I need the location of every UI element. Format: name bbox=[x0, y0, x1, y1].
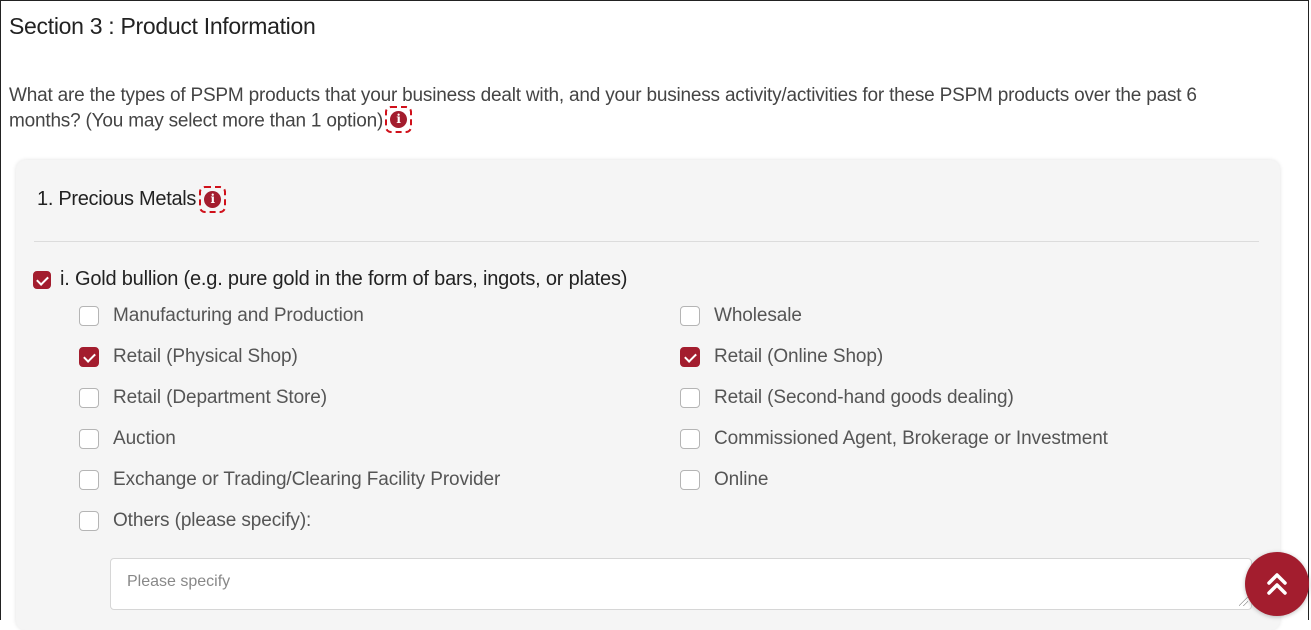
option-label: Manufacturing and Production bbox=[113, 305, 364, 326]
option-label: Retail (Second-hand goods dealing) bbox=[714, 387, 1014, 408]
divider bbox=[34, 241, 1259, 242]
option-label: Retail (Online Shop) bbox=[714, 346, 884, 367]
option-auction[interactable]: Auction bbox=[79, 428, 176, 450]
option-label: Exchange or Trading/Clearing Facility Pr… bbox=[113, 469, 501, 490]
option-checkbox[interactable] bbox=[79, 429, 99, 449]
question-info-highlight[interactable]: i bbox=[385, 106, 413, 133]
option-checkbox[interactable] bbox=[79, 470, 99, 490]
option-commissioned-agent[interactable]: Commissioned Agent, Brokerage or Investm… bbox=[680, 428, 1108, 450]
info-icon[interactable]: i bbox=[204, 191, 222, 208]
info-icon[interactable]: i bbox=[390, 111, 408, 128]
option-checkbox[interactable] bbox=[680, 429, 700, 449]
option-label: Wholesale bbox=[714, 305, 802, 326]
double-chevron-up-icon bbox=[1267, 573, 1287, 595]
option-label: Retail (Physical Shop) bbox=[113, 346, 298, 367]
category-title: 1. Precious Metals i bbox=[37, 186, 227, 213]
option-label: Auction bbox=[113, 428, 176, 449]
option-label: Online bbox=[714, 469, 769, 490]
option-online[interactable]: Online bbox=[680, 469, 768, 491]
others-specify-input[interactable]: Please specify bbox=[110, 558, 1252, 610]
option-retail-online[interactable]: Retail (Online Shop) bbox=[680, 346, 883, 368]
option-checkbox[interactable] bbox=[79, 511, 99, 531]
question-label: What are the types of PSPM products that… bbox=[9, 85, 1197, 132]
option-retail-second-hand[interactable]: Retail (Second-hand goods dealing) bbox=[680, 387, 1014, 409]
others-specify-placeholder: Please specify bbox=[127, 573, 231, 590]
option-others[interactable]: Others (please specify): bbox=[79, 510, 311, 532]
option-checkbox[interactable] bbox=[79, 388, 99, 408]
option-checkbox[interactable] bbox=[680, 470, 700, 490]
scroll-to-top-button[interactable] bbox=[1245, 552, 1309, 616]
option-label: Others (please specify): bbox=[113, 510, 312, 531]
option-retail-physical[interactable]: Retail (Physical Shop) bbox=[79, 346, 298, 368]
resize-grip-icon[interactable] bbox=[1239, 597, 1248, 606]
option-checkbox[interactable] bbox=[680, 347, 700, 367]
option-wholesale[interactable]: Wholesale bbox=[680, 305, 802, 327]
section-title: Section 3 : Product Information bbox=[9, 13, 316, 39]
question-text: What are the types of PSPM products that… bbox=[9, 84, 1249, 135]
option-checkbox[interactable] bbox=[79, 306, 99, 326]
category-info-highlight[interactable]: i bbox=[199, 186, 227, 213]
option-checkbox[interactable] bbox=[79, 347, 99, 367]
option-retail-department[interactable]: Retail (Department Store) bbox=[79, 387, 327, 409]
option-checkbox[interactable] bbox=[680, 306, 700, 326]
product-gold-bullion[interactable]: i. Gold bullion (e.g. pure gold in the f… bbox=[33, 268, 627, 291]
product-checkbox[interactable] bbox=[33, 270, 51, 289]
option-label: Retail (Department Store) bbox=[113, 387, 327, 408]
option-label: Commissioned Agent, Brokerage or Investm… bbox=[714, 428, 1108, 449]
product-label: i. Gold bullion (e.g. pure gold in the f… bbox=[60, 268, 628, 290]
option-exchange[interactable]: Exchange or Trading/Clearing Facility Pr… bbox=[79, 469, 500, 491]
category-label: 1. Precious Metals bbox=[37, 188, 197, 210]
option-manufacturing[interactable]: Manufacturing and Production bbox=[79, 305, 364, 327]
option-checkbox[interactable] bbox=[680, 388, 700, 408]
